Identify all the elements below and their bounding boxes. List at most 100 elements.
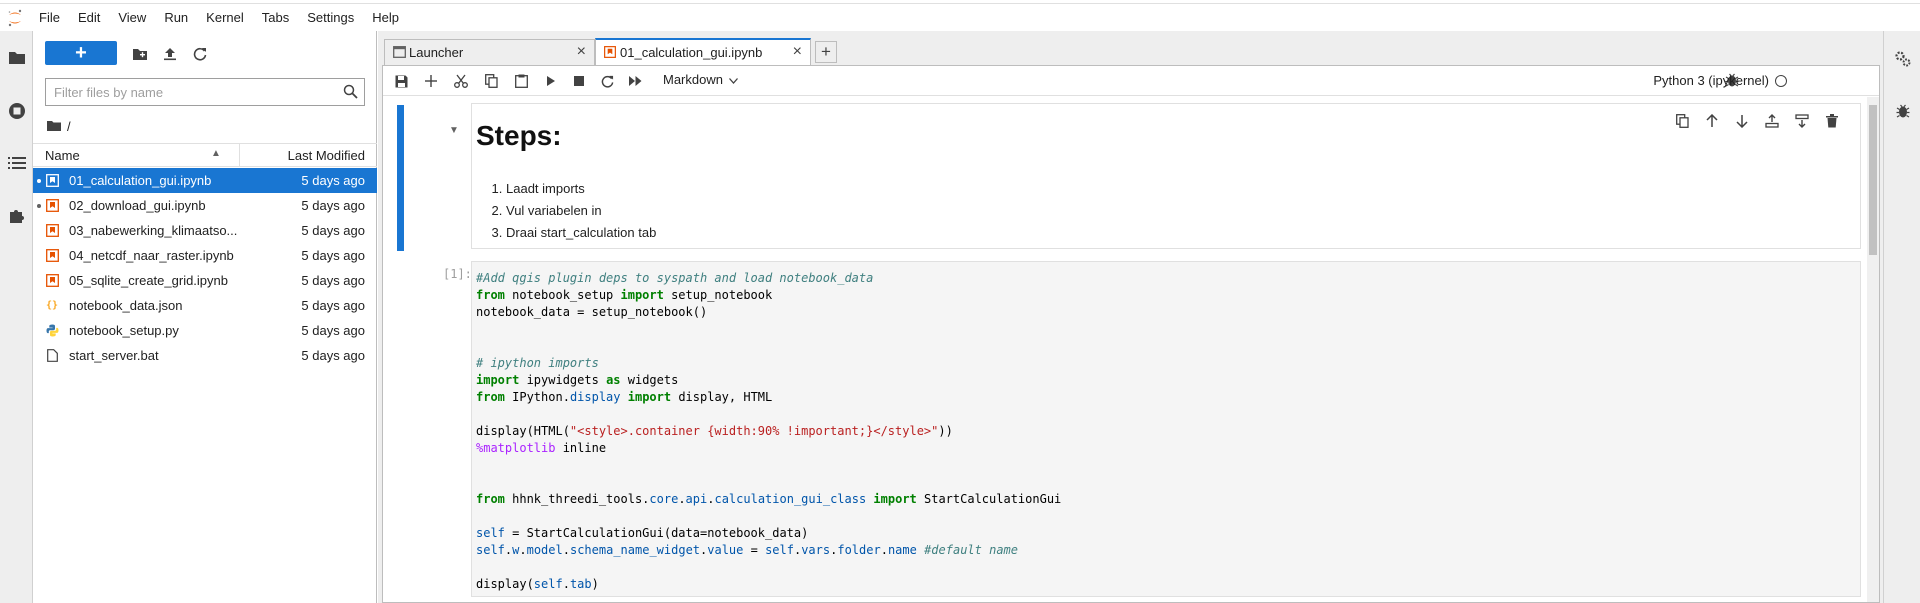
close-icon[interactable]: × (577, 43, 586, 61)
folder-icon (47, 119, 61, 134)
menu-help[interactable]: Help (363, 5, 408, 31)
notebook-icon (45, 223, 59, 237)
launcher-icon (393, 46, 406, 61)
restart-icon[interactable] (597, 71, 617, 91)
file-row[interactable]: {} notebook_data.json 5 days ago (33, 293, 377, 318)
extension-manager-icon[interactable] (0, 195, 33, 235)
notebook-content: ▼ Steps: Laadt imports Vul variabelen in… (383, 97, 1879, 602)
delete-cell-icon[interactable] (1822, 112, 1842, 130)
file-row[interactable]: start_server.bat 5 days ago (33, 343, 377, 368)
kernel-name[interactable]: Python 3 (ipykernel) (1653, 73, 1769, 88)
close-icon[interactable]: × (793, 43, 802, 61)
cell-type-value: Markdown (663, 72, 723, 87)
list-item: Draai start_calculation tab (506, 222, 656, 244)
sort-ascending-icon: ▲ (211, 148, 221, 159)
collapse-heading-icon[interactable]: ▼ (449, 125, 459, 136)
menu-file[interactable]: File (30, 5, 69, 31)
top-border (0, 0, 1920, 4)
kernel-status-icon (1775, 75, 1787, 87)
file-name: notebook_data.json (69, 298, 183, 313)
column-last-modified[interactable]: Last Modified (288, 148, 365, 163)
file-name: 02_download_gui.ipynb (69, 198, 206, 213)
refresh-icon[interactable] (189, 43, 211, 65)
scrollbar-thumb[interactable] (1869, 105, 1877, 255)
new-launcher-button[interactable]: + (45, 41, 117, 65)
property-inspector-icon[interactable] (1884, 39, 1920, 79)
file-name: 05_sqlite_create_grid.ipynb (69, 273, 228, 288)
markdown-cell[interactable]: Steps: Laadt imports Vul variabelen in D… (471, 103, 1861, 249)
cell-type-select[interactable]: Markdown (663, 72, 738, 87)
python-file-icon (45, 323, 59, 337)
left-sidebar (0, 31, 33, 603)
json-file-icon: {} (45, 299, 59, 311)
running-indicator (37, 179, 41, 183)
breadcrumb-root[interactable]: / (67, 119, 71, 134)
breadcrumb[interactable]: / (47, 116, 71, 136)
running-sessions-icon[interactable] (0, 91, 33, 131)
file-list-header: Name ▲ Last Modified (33, 143, 377, 167)
cell-toolbar (1672, 112, 1842, 130)
markdown-heading: Steps: (476, 120, 562, 151)
notebook-panel: Markdown Python 3 (ipykernel) ▼ Steps: L… (382, 65, 1880, 603)
paste-icon[interactable] (511, 71, 531, 91)
code-cell[interactable]: #Add qgis plugin deps to syspath and loa… (471, 261, 1861, 597)
file-name: notebook_setup.py (69, 323, 179, 338)
menu-run[interactable]: Run (155, 5, 197, 31)
file-row[interactable]: 03_nabewerking_klimaatso... 5 days ago (33, 218, 377, 243)
right-sidebar (1883, 31, 1920, 603)
file-row[interactable]: notebook_setup.py 5 days ago (33, 318, 377, 343)
column-name[interactable]: Name (45, 148, 80, 163)
save-icon[interactable] (391, 71, 411, 91)
insert-below-icon[interactable] (1792, 112, 1812, 130)
code-editor[interactable]: #Add qgis plugin deps to syspath and loa… (476, 270, 1061, 593)
file-browser-icon[interactable] (0, 37, 33, 77)
cut-icon[interactable] (451, 71, 471, 91)
notebook-icon (604, 46, 616, 61)
menu-tabs[interactable]: Tabs (253, 5, 298, 31)
move-up-icon[interactable] (1702, 112, 1722, 130)
notebook-icon (45, 173, 59, 187)
notebook-scrollbar[interactable] (1867, 97, 1879, 602)
insert-above-icon[interactable] (1762, 112, 1782, 130)
tab-bar: Launcher × 01_calculation_gui.ipynb × + (378, 38, 1883, 65)
file-name: 03_nabewerking_klimaatso... (69, 223, 238, 238)
move-down-icon[interactable] (1732, 112, 1752, 130)
new-folder-icon[interactable] (129, 43, 151, 65)
file-row[interactable]: 01_calculation_gui.ipynb 5 days ago (33, 168, 377, 193)
new-tab-button[interactable]: + (815, 41, 837, 63)
debugger-sidebar-icon[interactable] (1884, 91, 1920, 131)
file-name: start_server.bat (69, 348, 159, 363)
menu-view[interactable]: View (109, 5, 155, 31)
cell-collapser[interactable] (397, 105, 404, 251)
tab-launcher[interactable]: Launcher × (384, 39, 595, 65)
file-modified: 5 days ago (301, 348, 365, 363)
run-icon[interactable] (541, 71, 561, 91)
copy-icon[interactable] (481, 71, 501, 91)
file-modified: 5 days ago (301, 223, 365, 238)
duplicate-cell-icon[interactable] (1672, 112, 1692, 130)
search-icon (343, 84, 358, 102)
markdown-steps-list: Laadt imports Vul variabelen in Draai st… (506, 178, 656, 244)
notebook-icon (45, 248, 59, 262)
stop-icon[interactable] (569, 71, 589, 91)
menu-kernel[interactable]: Kernel (197, 5, 253, 31)
tab-notebook[interactable]: 01_calculation_gui.ipynb × (595, 38, 811, 65)
menu-settings[interactable]: Settings (298, 5, 363, 31)
table-of-contents-icon[interactable] (0, 143, 33, 183)
file-row[interactable]: 04_netcdf_naar_raster.ipynb 5 days ago (33, 243, 377, 268)
insert-cell-icon[interactable] (421, 71, 441, 91)
list-item: Vul variabelen in (506, 200, 656, 222)
upload-icon[interactable] (159, 43, 181, 65)
fast-forward-icon[interactable] (625, 71, 645, 91)
file-browser-panel: + / Name ▲ Last Modified (33, 31, 377, 603)
notebook-icon (45, 198, 59, 212)
file-modified: 5 days ago (301, 323, 365, 338)
file-row[interactable]: 02_download_gui.ipynb 5 days ago (33, 193, 377, 218)
menu-edit[interactable]: Edit (69, 5, 109, 31)
file-row[interactable]: 05_sqlite_create_grid.ipynb 5 days ago (33, 268, 377, 293)
file-modified: 5 days ago (301, 173, 365, 188)
filter-files-input[interactable] (46, 79, 326, 105)
file-name: 04_netcdf_naar_raster.ipynb (69, 248, 234, 263)
file-modified: 5 days ago (301, 298, 365, 313)
file-browser-toolbar: + (33, 39, 377, 69)
